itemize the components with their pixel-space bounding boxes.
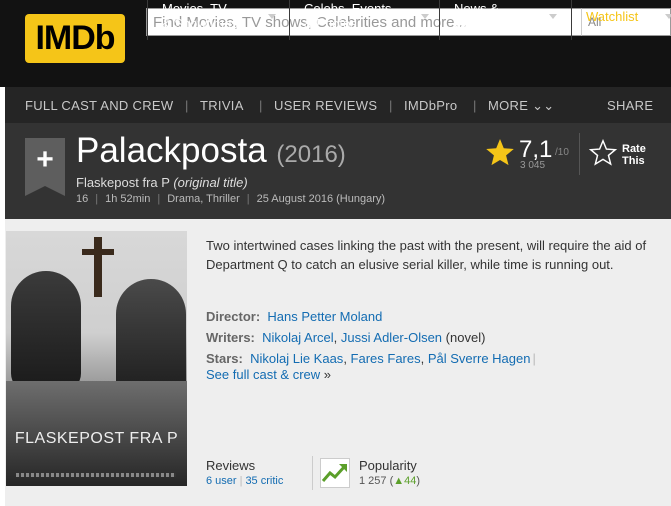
movie-poster[interactable]: FLASKEPOST FRA P: [6, 231, 187, 486]
subnav-full-cast[interactable]: FULL CAST AND CREW: [25, 98, 173, 113]
release-date-link[interactable]: 25 August 2016 (Hungary): [257, 193, 385, 205]
title-name: Palackposta: [76, 131, 267, 170]
see-full-arrow: »: [323, 367, 332, 382]
crucifix-bar: [82, 249, 114, 255]
top-navbar: IMDb All Movies, TV & Showtimes Celebs, …: [0, 0, 671, 87]
trending-up-icon: [320, 458, 350, 488]
writers-credit: Writers: Nikolaj Arcel, Jussi Adler-Olse…: [206, 330, 486, 345]
title-year[interactable]: (2016): [276, 141, 345, 168]
star-outline-icon[interactable]: [588, 139, 618, 167]
user-reviews-link[interactable]: 6 user: [206, 475, 237, 487]
popularity-change: 44: [404, 475, 417, 487]
writers-label: Writers:: [206, 330, 255, 345]
title-meta: 16 | 1h 52min | Drama, Thriller | 25 August 20…: [76, 193, 386, 205]
imdb-logo[interactable]: IMDb: [25, 14, 125, 63]
poster-title: FLASKEPOST FRA P: [14, 430, 179, 447]
logo-text: IMDb: [35, 19, 115, 57]
stars-label: Stars:: [206, 351, 243, 366]
crucifix-icon: [94, 237, 102, 297]
rating-count[interactable]: 3 045: [520, 160, 545, 171]
director-credit: Director: Hans Petter Moland: [206, 309, 382, 324]
writer-note: (novel): [445, 330, 486, 345]
page-title: Palackposta (2016): [76, 131, 346, 171]
genres-link[interactable]: Drama, Thriller: [167, 193, 240, 205]
reviews-heading: Reviews: [206, 458, 256, 473]
chevron-down-icon: [665, 14, 671, 19]
nav-celebs-events-label: Celebs, Events & Photos: [304, 1, 392, 31]
subnav-trivia[interactable]: TRIVIA: [200, 98, 244, 113]
nav-celebs-events[interactable]: Celebs, Events & Photos: [289, 0, 437, 40]
writer-link[interactable]: Jussi Adler-Olsen: [341, 330, 442, 345]
star-link[interactable]: Nikolaj Lie Kaas: [250, 351, 343, 366]
writer-link[interactable]: Nikolaj Arcel: [262, 330, 334, 345]
popularity-value: 1 257 (▲44): [359, 475, 421, 487]
stars-credit: Stars: Nikolaj Lie Kaas, Fares Fares, På…: [206, 351, 536, 366]
subnav-divider: |: [259, 98, 263, 113]
up-arrow-icon: ▲: [393, 475, 405, 487]
star-icon: [486, 139, 514, 166]
poster-figure-left: [11, 271, 81, 391]
reviews-divider: [312, 456, 313, 490]
see-full-cast: See full cast & crew »: [206, 367, 331, 382]
nav-movies-tv-label: Movies, TV & Showtimes: [162, 1, 238, 31]
star-link[interactable]: Pål Sverre Hagen: [428, 351, 531, 366]
critic-reviews-link[interactable]: 35 critic: [245, 475, 283, 487]
original-title-text: Flaskepost fra P: [76, 175, 170, 190]
nav-watchlist[interactable]: Watchlist: [571, 0, 671, 40]
rating-max: /10: [555, 147, 569, 158]
reviews-links: 6 user | 35 critic: [206, 475, 284, 487]
director-link[interactable]: Hans Petter Moland: [267, 309, 382, 324]
title-subnav: FULL CAST AND CREW | TRIVIA | USER REVIE…: [5, 87, 671, 123]
director-label: Director:: [206, 309, 261, 324]
chevron-down-icon: [549, 14, 557, 19]
subnav-more[interactable]: MORE ⌄⌄: [488, 98, 555, 114]
add-to-watchlist-button[interactable]: +: [25, 138, 65, 186]
chevron-down-icon: [421, 14, 429, 19]
title-overview: FLASKEPOST FRA P Two intertwined cases l…: [5, 219, 671, 506]
nav-movies-tv[interactable]: Movies, TV & Showtimes: [147, 0, 284, 40]
nav-watchlist-label: Watchlist: [586, 9, 639, 24]
nav-news-community[interactable]: News & Community: [439, 0, 565, 40]
nav-news-community-label: News & Community: [454, 1, 520, 31]
title-block: + Palackposta (2016) Flaskepost fra P (o…: [5, 123, 671, 219]
certificate: 16: [76, 193, 89, 205]
poster-credits: [16, 473, 176, 477]
subnav-divider: |: [185, 98, 189, 113]
runtime: 1h 52min: [105, 193, 151, 205]
popularity-rank: 1 257: [359, 475, 387, 487]
plot-summary: Two intertwined cases linking the past w…: [206, 238, 647, 272]
subnav-user-reviews[interactable]: USER REVIEWS: [274, 98, 377, 113]
original-title: Flaskepost fra P (original title): [76, 175, 248, 190]
rate-this-button[interactable]: Rate This: [622, 143, 646, 167]
see-full-cast-link[interactable]: See full cast & crew: [206, 367, 320, 382]
rating-divider: [579, 133, 580, 175]
subnav-imdbpro[interactable]: IMDbPro: [404, 98, 457, 113]
star-link[interactable]: Fares Fares: [351, 351, 421, 366]
subnav-divider: |: [473, 98, 477, 113]
plus-icon: +: [36, 143, 54, 176]
subnav-share[interactable]: SHARE: [607, 98, 653, 113]
ribbon-tail: [25, 186, 65, 196]
subnav-divider: |: [389, 98, 393, 113]
chevron-down-icon: [268, 14, 276, 19]
original-title-note: (original title): [173, 175, 248, 190]
popularity-heading: Popularity: [359, 458, 417, 473]
